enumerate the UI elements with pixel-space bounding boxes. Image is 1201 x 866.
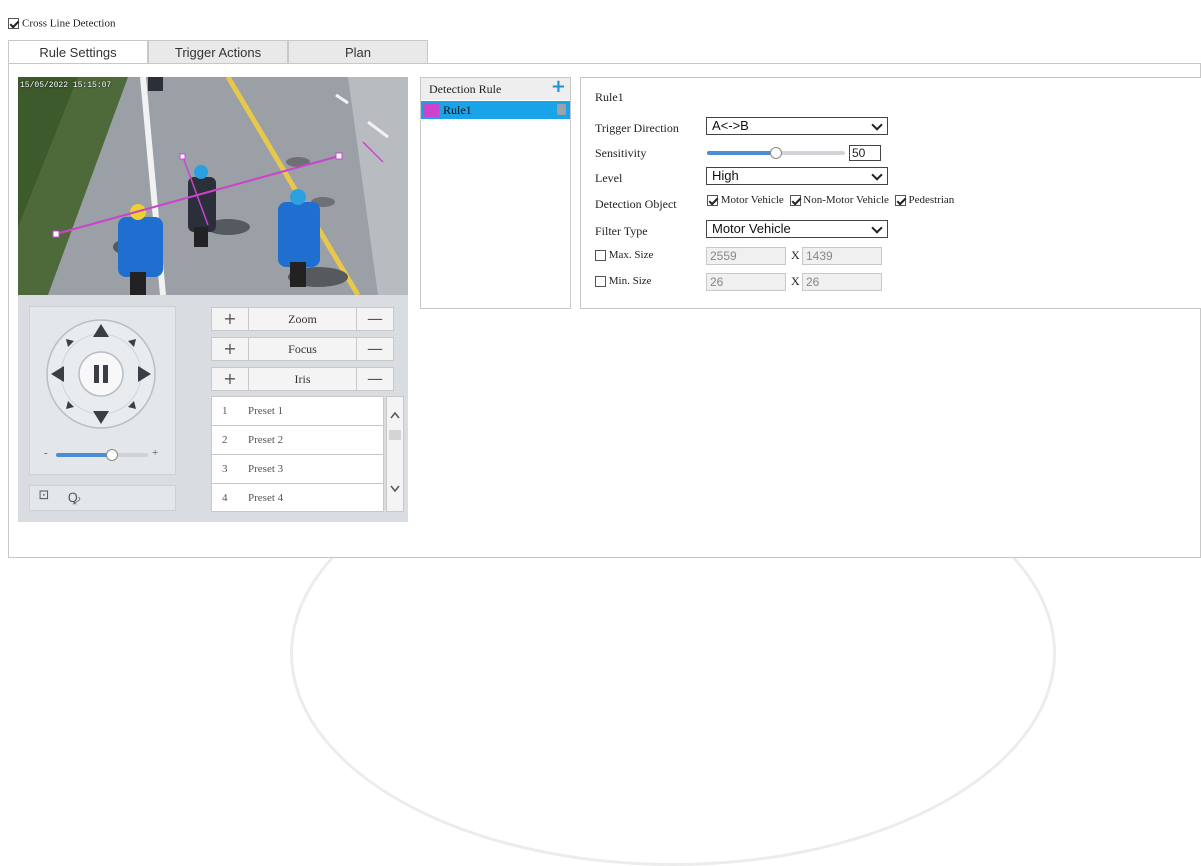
- max-size-checkbox[interactable]: [595, 249, 606, 261]
- zoom-3d-icon[interactable]: Ꝙ: [62, 488, 86, 508]
- min-size-toggle[interactable]: Min. Size: [595, 275, 652, 287]
- iris-minus-button[interactable]: —: [356, 368, 393, 390]
- trigger-direction-label: Trigger Direction: [595, 121, 679, 135]
- video-preview[interactable]: 15/05/2022 15:15:07: [18, 77, 408, 295]
- max-size-width-field: 2559: [706, 247, 786, 265]
- rule-color-swatch: [423, 103, 439, 117]
- iris-label: Iris: [294, 372, 311, 386]
- chevron-down-icon: [871, 119, 883, 131]
- max-size-toggle[interactable]: Max. Size: [595, 249, 653, 261]
- min-size-x-label: X: [791, 274, 800, 288]
- detection-rule-header: Detection Rule +: [421, 76, 570, 100]
- tab-trigger-actions[interactable]: Trigger Actions: [148, 40, 288, 64]
- add-rule-icon[interactable]: +: [551, 76, 566, 98]
- video-timestamp: 15/05/2022 15:15:07: [20, 81, 112, 90]
- preset-scrollbar[interactable]: [386, 396, 404, 512]
- tab-rule-settings[interactable]: Rule Settings: [8, 40, 148, 64]
- enable-cross-line-detection[interactable]: Cross Line Detection: [8, 15, 115, 30]
- focus-control: + Focus —: [211, 337, 394, 361]
- min-size-height-field: 26: [802, 273, 882, 291]
- video-scene: [18, 77, 408, 295]
- zoom-control: + Zoom —: [211, 307, 394, 331]
- chevron-down-icon: [871, 222, 883, 234]
- min-size-checkbox[interactable]: [595, 275, 606, 287]
- preset-item[interactable]: 2 Preset 2: [212, 426, 383, 455]
- non-motor-vehicle-checkbox[interactable]: [789, 194, 801, 206]
- non-motor-vehicle-label: Non-Motor Vehicle: [803, 194, 889, 206]
- pedestrian-checkbox[interactable]: [894, 194, 906, 206]
- max-size-height-field: 1439: [802, 247, 882, 265]
- motor-vehicle-label: Motor Vehicle: [720, 194, 784, 206]
- lock-icon[interactable]: ⊡: [32, 488, 56, 508]
- level-label: Level: [595, 171, 623, 185]
- preset-list: 1 Preset 1 2 Preset 2 3 Preset 3 4 Preset 4: [211, 396, 384, 512]
- iris-control: + Iris —: [211, 367, 394, 391]
- chevron-down-icon: [871, 169, 883, 181]
- rule-settings-form: [580, 77, 1201, 309]
- sensitivity-slider-thumb[interactable]: [770, 147, 782, 159]
- lock-icon[interactable]: [557, 104, 566, 115]
- motor-vehicle-checkbox[interactable]: [707, 194, 718, 206]
- preset-item[interactable]: 3 Preset 3: [212, 455, 383, 484]
- speed-slider-thumb[interactable]: [106, 449, 118, 461]
- min-size-width-field: 26: [706, 273, 786, 291]
- max-size-x-label: X: [791, 248, 800, 262]
- preset-item[interactable]: 4 Preset 4: [212, 484, 383, 513]
- detection-object-options: Motor Vehicle Non-Motor Vehicle Pedestri…: [707, 194, 954, 206]
- level-select[interactable]: High: [706, 167, 888, 185]
- enable-checkbox[interactable]: [8, 17, 19, 29]
- ptz-direction-pad[interactable]: [46, 319, 156, 429]
- scroll-up-icon: [390, 411, 400, 419]
- sensitivity-label: Sensitivity: [595, 146, 647, 160]
- focus-minus-button[interactable]: —: [356, 338, 393, 360]
- enable-label: Cross Line Detection: [22, 17, 116, 30]
- tab-bar: Rule Settings Trigger Actions Plan: [8, 40, 428, 64]
- max-size-label: Max. Size: [608, 249, 654, 261]
- detection-object-label: Detection Object: [595, 197, 677, 211]
- min-size-label: Min. Size: [608, 275, 652, 287]
- zoom-label: Zoom: [288, 312, 317, 326]
- rule-list-item[interactable]: Rule1: [421, 101, 570, 119]
- tab-plan[interactable]: Plan: [288, 40, 428, 64]
- filter-type-label: Filter Type: [595, 224, 648, 238]
- speed-slider-track[interactable]: [56, 453, 148, 457]
- scroll-down-icon: [390, 485, 400, 493]
- sensitivity-input[interactable]: 50: [849, 145, 881, 161]
- pause-icon: [94, 365, 99, 383]
- iris-plus-button[interactable]: +: [212, 368, 249, 390]
- rule-title: Rule1: [595, 90, 624, 104]
- filter-type-select[interactable]: Motor Vehicle: [706, 220, 888, 238]
- trigger-direction-select[interactable]: A<->B: [706, 117, 888, 135]
- zoom-minus-button[interactable]: —: [356, 308, 393, 330]
- focus-plus-button[interactable]: +: [212, 338, 249, 360]
- detection-rule-list: Detection Rule + Rule1: [420, 76, 571, 309]
- speed-minus[interactable]: -: [44, 447, 48, 459]
- zoom-plus-button[interactable]: +: [212, 308, 249, 330]
- pedestrian-label: Pedestrian: [908, 194, 955, 206]
- speed-plus[interactable]: +: [152, 447, 158, 459]
- preset-item[interactable]: 1 Preset 1: [212, 397, 383, 426]
- focus-label: Focus: [288, 342, 317, 356]
